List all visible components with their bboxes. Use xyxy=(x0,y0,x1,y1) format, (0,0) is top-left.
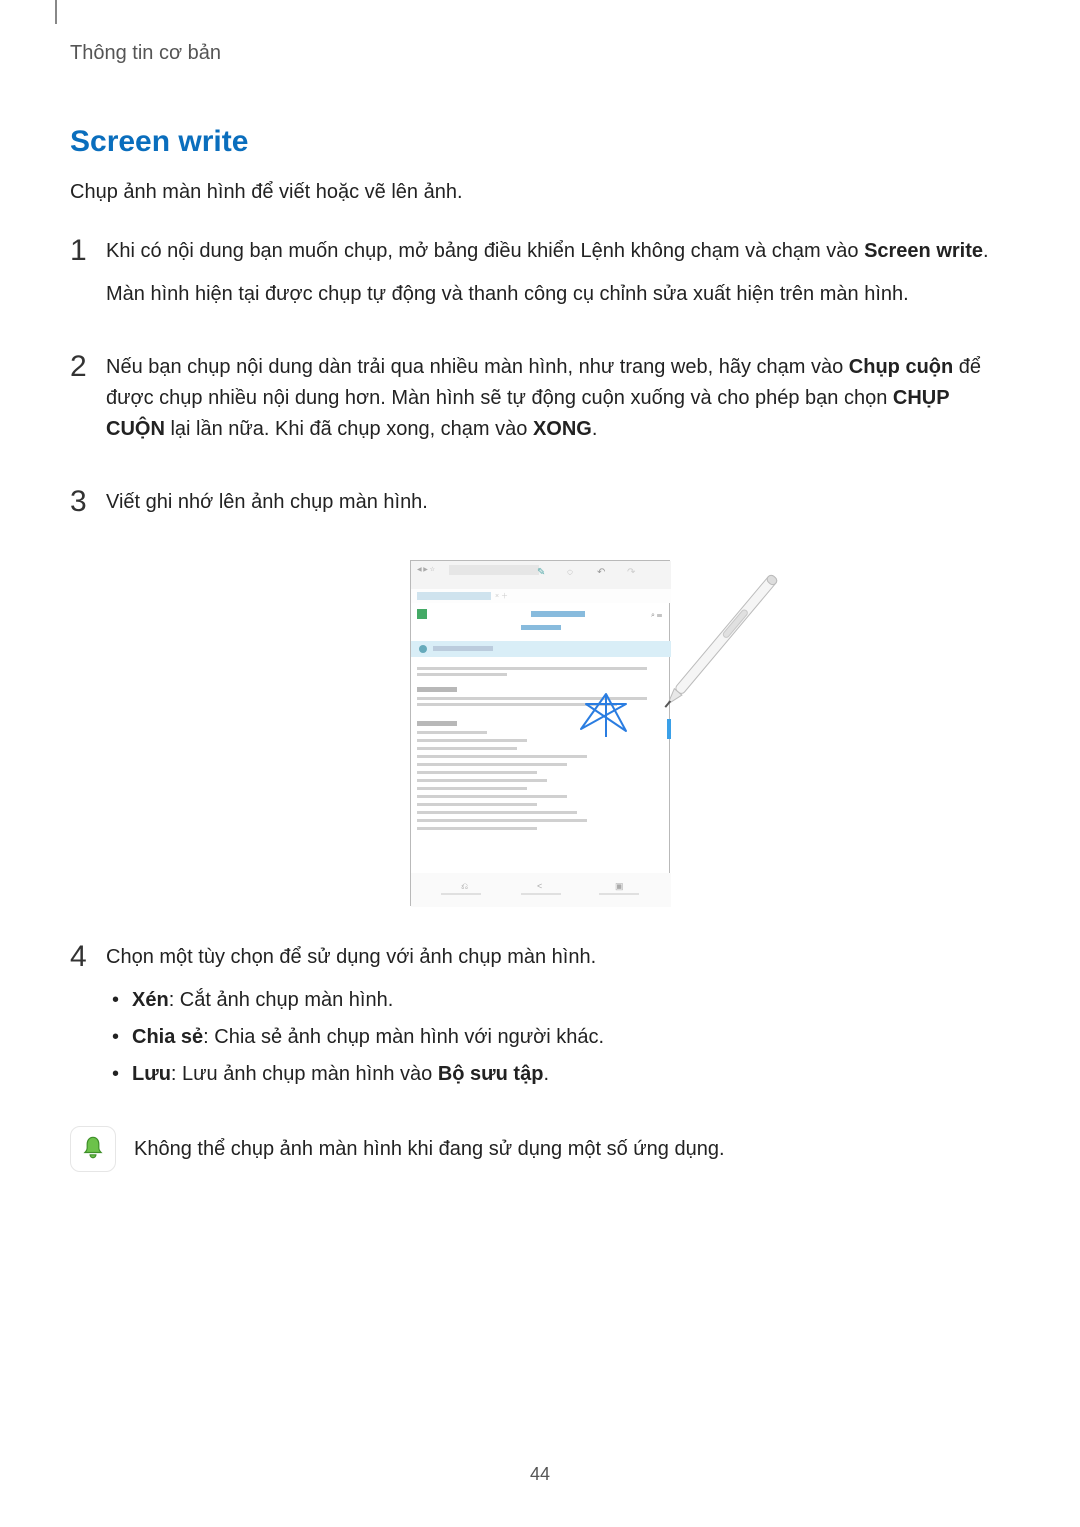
svg-text:× ＋: × ＋ xyxy=(495,592,508,600)
text: : Cắt ảnh chụp màn hình. xyxy=(169,989,394,1011)
text: : Chia sẻ ảnh chụp màn hình với người kh… xyxy=(203,1026,604,1048)
list-item: Chia sẻ: Chia sẻ ảnh chụp màn hình với n… xyxy=(132,1022,604,1053)
figure: ◀ ▶ ☆ ✎ ◌ ↶ ↷ × ＋ ⌕ ☰ xyxy=(70,560,1010,906)
step-body: Chọn một tùy chọn để sử dụng với ảnh chụ… xyxy=(106,942,604,1096)
document-page: Thông tin cơ bản Screen write Chụp ảnh m… xyxy=(0,0,1080,1527)
step-3: 3 Viết ghi nhớ lên ảnh chụp màn hình. xyxy=(70,487,1010,530)
bold-text: Lưu xyxy=(132,1063,171,1085)
bell-icon xyxy=(70,1126,116,1172)
bold-text: Screen write xyxy=(864,240,983,262)
step-number: 2 xyxy=(70,352,106,382)
page-number: 44 xyxy=(0,1464,1080,1485)
text: . xyxy=(592,418,598,440)
spen-icon xyxy=(650,566,780,736)
svg-text:✎: ✎ xyxy=(537,567,545,578)
text: Chọn một tùy chọn để sử dụng với ảnh chụ… xyxy=(106,942,604,973)
svg-text:<: < xyxy=(537,881,542,891)
step-body: Khi có nội dung bạn muốn chụp, mở bảng đ… xyxy=(106,236,989,322)
step-number: 4 xyxy=(70,942,106,972)
device-screenshot: ◀ ▶ ☆ ✎ ◌ ↶ ↷ × ＋ ⌕ ☰ xyxy=(410,560,670,906)
tab-mark xyxy=(55,0,57,24)
bold-text: XONG xyxy=(533,418,592,440)
step-body: Nếu bạn chụp nội dung dàn trải qua nhiều… xyxy=(106,352,1010,457)
svg-text:↶: ↶ xyxy=(597,567,605,578)
scribble-icon xyxy=(571,689,641,739)
text: Màn hình hiện tại được chụp tự động và t… xyxy=(106,279,989,310)
svg-text:◀ ▶ ☆: ◀ ▶ ☆ xyxy=(417,566,435,573)
bold-text: Xén xyxy=(132,989,169,1011)
text: Khi có nội dung bạn muốn chụp, mở bảng đ… xyxy=(106,240,864,262)
text: . xyxy=(983,240,989,262)
text: : Lưu ảnh chụp màn hình vào xyxy=(171,1063,438,1085)
list-item: Xén: Cắt ảnh chụp màn hình. xyxy=(132,985,604,1016)
step-2: 2 Nếu bạn chụp nội dung dàn trải qua nhi… xyxy=(70,352,1010,457)
bullet-list: Xén: Cắt ảnh chụp màn hình. Chia sẻ: Chi… xyxy=(106,985,604,1090)
bold-text: Chụp cuộn xyxy=(849,356,953,378)
text: . xyxy=(543,1063,549,1085)
svg-text:↷: ↷ xyxy=(627,567,636,578)
bold-text: Chia sẻ xyxy=(132,1026,203,1048)
svg-text:⎌: ⎌ xyxy=(461,881,468,891)
step-body: Viết ghi nhớ lên ảnh chụp màn hình. xyxy=(106,487,428,530)
note-row: Không thể chụp ảnh màn hình khi đang sử … xyxy=(70,1126,1010,1172)
step-number: 3 xyxy=(70,487,106,517)
text: lại lần nữa. Khi đã chụp xong, chạm vào xyxy=(165,418,533,440)
list-item: Lưu: Lưu ảnh chụp màn hình vào Bộ sưu tậ… xyxy=(132,1059,604,1090)
note-text: Không thể chụp ảnh màn hình khi đang sử … xyxy=(134,1138,725,1161)
breadcrumb-header: Thông tin cơ bản xyxy=(70,42,1010,65)
text: Nếu bạn chụp nội dung dàn trải qua nhiều… xyxy=(106,356,849,378)
step-1: 1 Khi có nội dung bạn muốn chụp, mở bảng… xyxy=(70,236,1010,322)
step-4: 4 Chọn một tùy chọn để sử dụng với ảnh c… xyxy=(70,942,1010,1096)
svg-text:▣: ▣ xyxy=(615,881,624,891)
step-number: 1 xyxy=(70,236,106,266)
svg-text:◌: ◌ xyxy=(567,567,573,578)
text: Viết ghi nhớ lên ảnh chụp màn hình. xyxy=(106,487,428,518)
bold-text: Bộ sưu tập xyxy=(438,1063,544,1085)
section-title: Screen write xyxy=(70,125,1010,159)
intro-text: Chụp ảnh màn hình để viết hoặc vẽ lên ản… xyxy=(70,181,1010,204)
